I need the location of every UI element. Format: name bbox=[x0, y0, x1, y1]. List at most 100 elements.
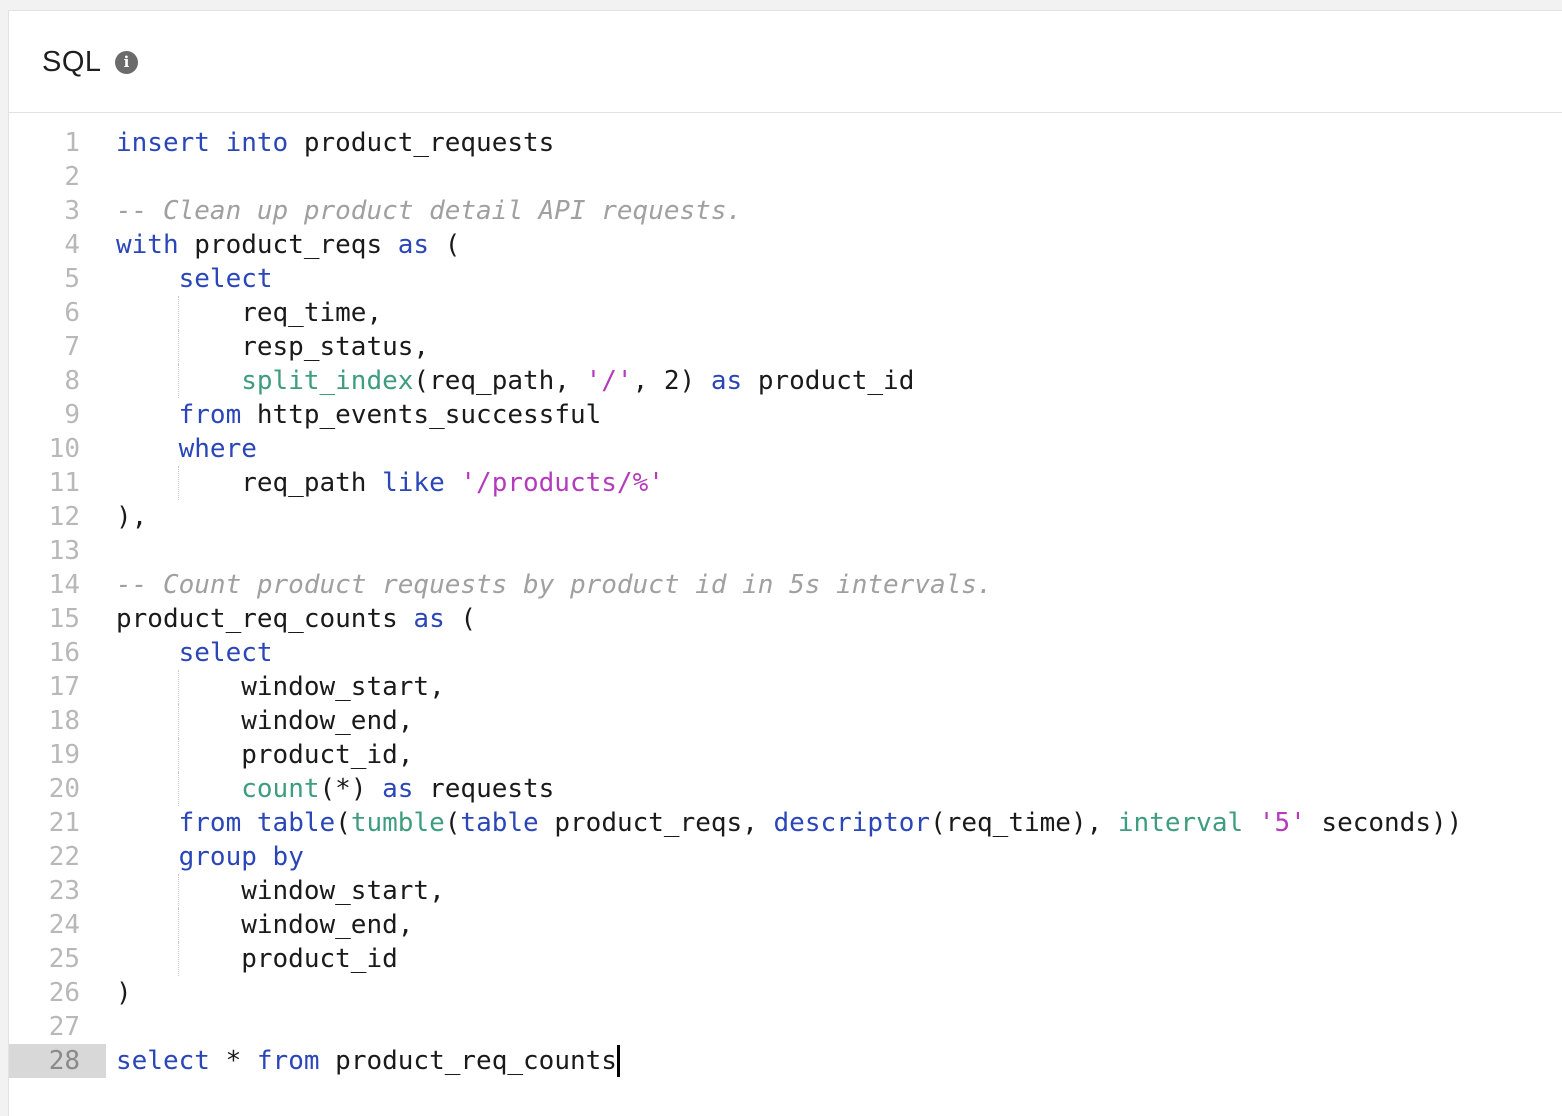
code-editor[interactable]: 1 insert into product_requests 2 3 -- Clean … bbox=[9, 114, 1562, 1116]
code-line[interactable]: 10 where bbox=[9, 432, 1562, 466]
code-text: where bbox=[116, 432, 257, 466]
string-token: '5' bbox=[1258, 808, 1306, 838]
line-gutter: 9 bbox=[9, 398, 106, 432]
line-number: 4 bbox=[64, 230, 80, 260]
code-text: group by bbox=[116, 840, 304, 874]
function-token: count bbox=[241, 774, 320, 804]
keyword-token: insert bbox=[116, 128, 210, 158]
line-gutter: 13 bbox=[9, 534, 106, 568]
keyword-token: table bbox=[460, 808, 539, 838]
code-text: product_req_counts as ( bbox=[116, 602, 476, 636]
line-gutter: 22 bbox=[9, 840, 106, 874]
code-text: with product_reqs as ( bbox=[116, 228, 460, 262]
line-number: 27 bbox=[48, 1012, 80, 1042]
line-number: 15 bbox=[48, 604, 80, 634]
keyword-token: from bbox=[256, 1046, 320, 1076]
code-text: ), bbox=[116, 500, 147, 534]
code-line[interactable]: 28 select * from product_req_counts bbox=[9, 1044, 1562, 1078]
code-line[interactable]: 2 bbox=[9, 160, 1562, 194]
code-line[interactable]: 9 from http_events_successful bbox=[9, 398, 1562, 432]
code-line[interactable]: 7 resp_status, bbox=[9, 330, 1562, 364]
text-token: (req_time), bbox=[930, 808, 1118, 838]
line-gutter: 10 bbox=[9, 432, 106, 466]
text-token: product_req_counts bbox=[116, 604, 414, 634]
code-line[interactable]: 11 req_path like '/products/%' bbox=[9, 466, 1562, 500]
text-token: resp_status, bbox=[116, 332, 430, 362]
keyword-token: from bbox=[178, 808, 242, 838]
code-line[interactable]: 23 window_start, bbox=[9, 874, 1562, 908]
code-line[interactable]: 16 select bbox=[9, 636, 1562, 670]
function-token: split_index bbox=[241, 366, 414, 396]
text-token: (*) bbox=[319, 774, 383, 804]
code-line[interactable]: 15 product_req_counts as ( bbox=[9, 602, 1562, 636]
code-line[interactable]: 1 insert into product_requests bbox=[9, 126, 1562, 160]
code-line[interactable]: 22 group by bbox=[9, 840, 1562, 874]
line-gutter: 6 bbox=[9, 296, 106, 330]
code-text: -- Clean up product detail API requests. bbox=[116, 194, 742, 228]
code-line[interactable]: 21 from table(tumble(table product_reqs,… bbox=[9, 806, 1562, 840]
line-gutter: 11 bbox=[9, 466, 106, 500]
keyword-token: as bbox=[382, 774, 414, 804]
line-number: 11 bbox=[48, 468, 80, 498]
code-text: ) bbox=[116, 976, 132, 1010]
keyword-token: from bbox=[178, 400, 242, 430]
keyword-token: select bbox=[178, 638, 273, 668]
line-number: 19 bbox=[48, 740, 80, 770]
code-line[interactable]: 20 count(*) as requests bbox=[9, 772, 1562, 806]
info-icon[interactable]: i bbox=[115, 51, 138, 74]
line-gutter: 27 bbox=[9, 1010, 106, 1044]
code-line[interactable]: 27 bbox=[9, 1010, 1562, 1044]
code-text: split_index(req_path, '/', 2) as product… bbox=[116, 364, 914, 398]
string-token: '/products/%' bbox=[460, 468, 664, 498]
code-line[interactable]: 6 req_time, bbox=[9, 296, 1562, 330]
line-number: 22 bbox=[48, 842, 80, 872]
text-token: ), bbox=[116, 502, 148, 532]
code-line[interactable]: 4 with product_reqs as ( bbox=[9, 228, 1562, 262]
line-gutter: 28 bbox=[9, 1044, 106, 1078]
code-line[interactable]: 8 split_index(req_path, '/', 2) as produ… bbox=[9, 364, 1562, 398]
code-line[interactable]: 25 product_id bbox=[9, 942, 1562, 976]
code-text: req_time, bbox=[116, 296, 382, 330]
line-gutter: 20 bbox=[9, 772, 106, 806]
code-line[interactable]: 17 window_start, bbox=[9, 670, 1562, 704]
code-line[interactable]: 12), bbox=[9, 500, 1562, 534]
text-token: product_reqs, bbox=[538, 808, 774, 838]
line-number: 14 bbox=[48, 570, 80, 600]
code-text: from table(tumble(table product_reqs, de… bbox=[116, 806, 1463, 840]
code-line[interactable]: 3 -- Clean up product detail API requests… bbox=[9, 194, 1562, 228]
line-number: 18 bbox=[48, 706, 80, 736]
line-gutter: 7 bbox=[9, 330, 106, 364]
code-text: -- Count product requests by product id … bbox=[116, 568, 993, 602]
code-line[interactable]: 5 select bbox=[9, 262, 1562, 296]
code-line[interactable]: 19 product_id, bbox=[9, 738, 1562, 772]
code-line[interactable]: 24 window_end, bbox=[9, 908, 1562, 942]
code-text: product_id, bbox=[116, 738, 413, 772]
line-gutter: 14 bbox=[9, 568, 106, 602]
code-text: count(*) as requests bbox=[116, 772, 554, 806]
line-gutter: 4 bbox=[9, 228, 106, 262]
line-number: 24 bbox=[48, 910, 80, 940]
code-line[interactable]: 13 bbox=[9, 534, 1562, 568]
code-text: window_end, bbox=[116, 908, 413, 942]
line-number: 1 bbox=[64, 128, 80, 158]
line-gutter: 1 bbox=[9, 126, 106, 160]
text-cursor bbox=[616, 1045, 620, 1077]
keyword-token: into bbox=[225, 128, 289, 158]
code-line[interactable]: 14 -- Count product requests by product i… bbox=[9, 568, 1562, 602]
code-line[interactable]: 18 window_end, bbox=[9, 704, 1562, 738]
text-token: req_path bbox=[116, 468, 383, 498]
code-line[interactable]: 26) bbox=[9, 976, 1562, 1010]
text-token: http_events_successful bbox=[241, 400, 602, 430]
line-number: 8 bbox=[64, 366, 80, 396]
function-token: tumble bbox=[350, 808, 445, 838]
keyword-token: like bbox=[382, 468, 445, 498]
line-gutter: 24 bbox=[9, 908, 106, 942]
line-number: 12 bbox=[48, 502, 80, 532]
